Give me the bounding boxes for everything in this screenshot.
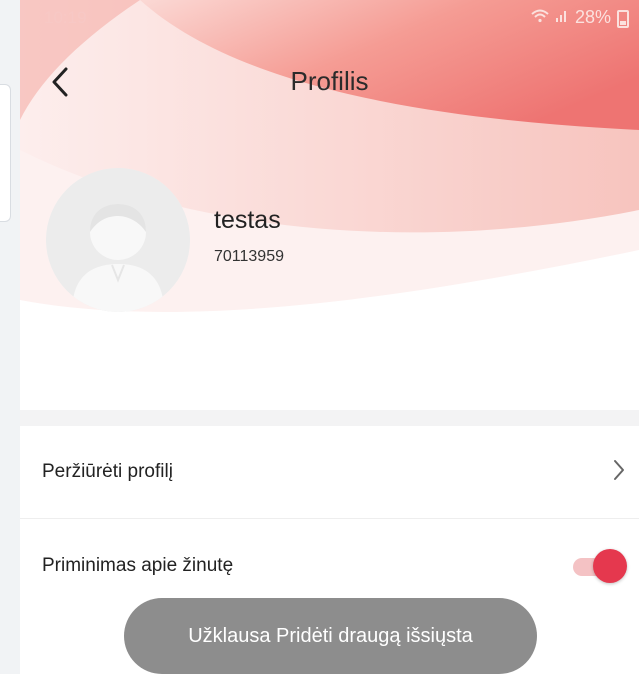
left-panel-card <box>0 84 11 222</box>
status-time: 10:19 <box>44 8 87 27</box>
view-profile-row[interactable]: Peržiūrėti profilį <box>20 426 639 519</box>
status-indicators: 28% <box>531 7 629 28</box>
avatar[interactable] <box>46 168 190 312</box>
view-profile-label: Peržiūrėti profilį <box>42 461 173 482</box>
profile-user-id: 70113959 <box>214 248 284 265</box>
profile-screen: 10:19 28% Profilis testas 70113959 Perži… <box>20 0 639 674</box>
status-bar: 10:19 28% <box>20 0 639 34</box>
page-title: Profilis <box>290 66 369 96</box>
message-reminder-toggle[interactable] <box>571 549 627 583</box>
section-divider <box>20 410 639 426</box>
battery-icon <box>617 9 629 28</box>
battery-level: 28% <box>574 7 611 27</box>
default-avatar-icon <box>46 168 190 312</box>
toggle-knob <box>593 549 627 583</box>
message-reminder-row: Priminimas apie žinutę <box>20 522 639 610</box>
message-reminder-label: Priminimas apie žinutę <box>42 555 234 576</box>
toast-notification: Užklausa Pridėti draugą išsiųsta <box>124 598 537 674</box>
wifi-icon <box>531 7 549 28</box>
chevron-right-icon <box>614 460 624 480</box>
signal-icon <box>555 7 569 28</box>
profile-username: testas <box>214 206 281 234</box>
